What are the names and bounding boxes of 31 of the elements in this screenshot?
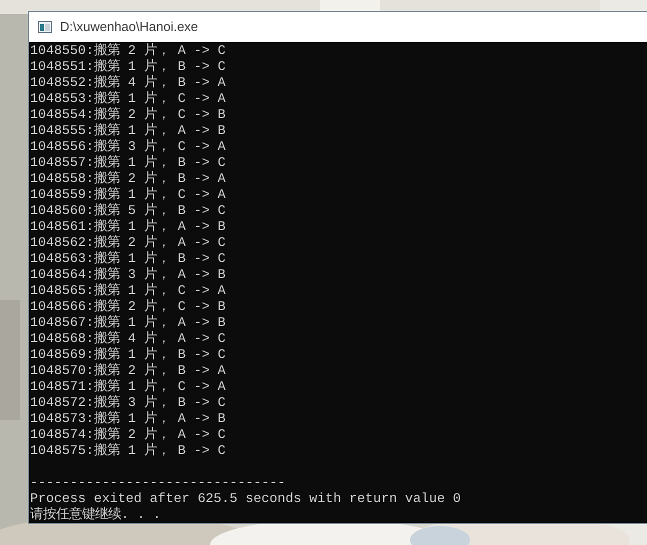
window-title: D:\xuwenhao\Hanoi.exe [60,18,198,36]
console-line: 1048572:搬第 3 片， B -> C [30,395,226,411]
console-line: 1048551:搬第 1 片， B -> C [30,59,226,75]
console-line: 1048571:搬第 1 片， C -> A [30,379,226,395]
console-line: 1048557:搬第 1 片， B -> C [30,155,226,171]
console-line: 1048561:搬第 1 片， A -> B [30,219,226,235]
console-line: 1048564:搬第 3 片， A -> B [30,267,226,283]
console-line: 1048568:搬第 4 片， A -> C [30,331,226,347]
console-line: 1048573:搬第 1 片， A -> B [30,411,226,427]
console-line: 1048559:搬第 1 片， C -> A [30,187,226,203]
console-line: 1048566:搬第 2 片， C -> B [30,299,226,315]
console-line: 1048554:搬第 2 片， C -> B [30,107,226,123]
console-line: Process exited after 625.5 seconds with return value 0 [30,491,461,506]
console-line: 1048558:搬第 2 片， B -> A [30,171,226,187]
console-line: 1048553:搬第 1 片， C -> A [30,91,226,107]
console-line: 1048574:搬第 2 片， A -> C [30,427,226,443]
console-line: 1048550:搬第 2 片， A -> C [30,43,226,59]
console-line: 1048570:搬第 2 片， B -> A [30,363,226,379]
console-line: 1048560:搬第 5 片， B -> C [30,203,226,219]
console-line: 1048569:搬第 1 片， B -> C [30,347,226,363]
console-line: -------------------------------- [30,475,286,491]
console-line: 1048552:搬第 4 片， B -> A [30,75,226,91]
console-app-icon [38,21,52,33]
console-line: 1048565:搬第 1 片， C -> A [30,283,226,299]
console-line: 1048556:搬第 3 片， C -> A [30,139,226,155]
console-line: 1048567:搬第 1 片， A -> B [30,315,226,331]
console-line: 1048562:搬第 2 片， A -> C [30,235,226,251]
console-line: 请按任意键继续. . . [30,507,161,523]
console-line: 1048555:搬第 1 片， A -> B [30,123,226,139]
console-line: 1048563:搬第 1 片， B -> C [30,251,226,267]
console-line: 1048575:搬第 1 片， B -> C [30,443,226,459]
